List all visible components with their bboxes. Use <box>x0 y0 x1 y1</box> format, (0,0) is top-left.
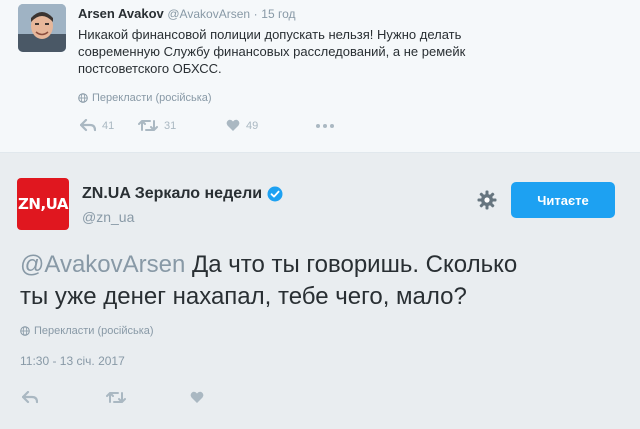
retweet-icon <box>138 120 158 131</box>
separator-dot: · <box>253 7 258 21</box>
reply-icon <box>80 119 96 132</box>
tweet-time[interactable]: 15 год <box>261 7 295 21</box>
author-name[interactable]: Arsen Avakov <box>78 6 164 21</box>
like-count: 49 <box>246 119 259 132</box>
reply-count: 41 <box>102 119 115 132</box>
translate-label[interactable]: Перекласти (російська) <box>92 92 212 104</box>
author-name-text: ZN.UA Зеркало недели <box>82 185 263 202</box>
reply-button[interactable]: 41 <box>80 119 138 132</box>
tweet-text-line: Никакой финансовой полиции допускать нел… <box>78 27 462 42</box>
retweet-button[interactable]: 31 <box>138 119 226 132</box>
retweet-button[interactable] <box>106 391 190 404</box>
logo-text: ZN,UA <box>18 195 68 213</box>
avatar[interactable] <box>18 4 66 52</box>
translate-label[interactable]: Перекласти (російська) <box>34 325 154 337</box>
author-name[interactable]: ZN.UA Зеркало недели <box>82 185 283 203</box>
tweet-actions: 41 31 49 <box>80 119 334 132</box>
tweet-text: Никакой финансовой полиции допускать нел… <box>78 26 578 77</box>
reply-tweet-header: Arsen Avakov @AvakovArsen · 15 год <box>78 6 296 21</box>
author-handle[interactable]: @zn_ua <box>82 209 134 225</box>
like-button[interactable]: 49 <box>226 119 316 132</box>
verified-badge-icon <box>267 186 283 202</box>
like-button[interactable] <box>190 391 204 404</box>
tweet-text: @AvakovArsen Да что ты говоришь. Сколько… <box>20 249 620 313</box>
globe-icon <box>20 326 30 336</box>
author-handle[interactable]: @AvakovArsen <box>167 7 250 21</box>
globe-icon <box>78 93 88 103</box>
tweet-timestamp[interactable]: 11:30 - 13 січ. 2017 <box>20 354 125 368</box>
reply-button[interactable] <box>22 391 106 404</box>
reply-icon <box>22 391 38 404</box>
tweet-text-line: Да что ты говоришь. Сколько <box>185 251 518 278</box>
more-button[interactable] <box>316 123 334 128</box>
more-icon <box>316 123 334 128</box>
zn-ua-logo-avatar[interactable]: ZN,UA <box>17 178 69 230</box>
tweet-text-line: современную Службу финансовых расследова… <box>78 44 466 59</box>
gear-icon[interactable] <box>477 190 497 210</box>
tweet-text-line: ты уже денег нахапал, тебе чего, мало? <box>20 283 467 310</box>
like-icon <box>190 391 204 403</box>
following-button[interactable]: Читаєте <box>511 182 615 218</box>
translate-link[interactable]: Перекласти (російська) <box>20 325 154 337</box>
avatar-portrait <box>18 4 66 52</box>
mention-link[interactable]: @AvakovArsen <box>20 251 185 278</box>
tweet-actions <box>22 391 204 404</box>
reply-tweet[interactable]: Arsen Avakov @AvakovArsen · 15 год Никак… <box>0 0 640 153</box>
translate-link[interactable]: Перекласти (російська) <box>78 92 212 104</box>
retweet-count: 31 <box>164 119 177 132</box>
tweet-text-line: постсоветского ОБХСС. <box>78 61 222 76</box>
retweet-icon <box>106 392 126 403</box>
like-icon <box>226 119 240 131</box>
